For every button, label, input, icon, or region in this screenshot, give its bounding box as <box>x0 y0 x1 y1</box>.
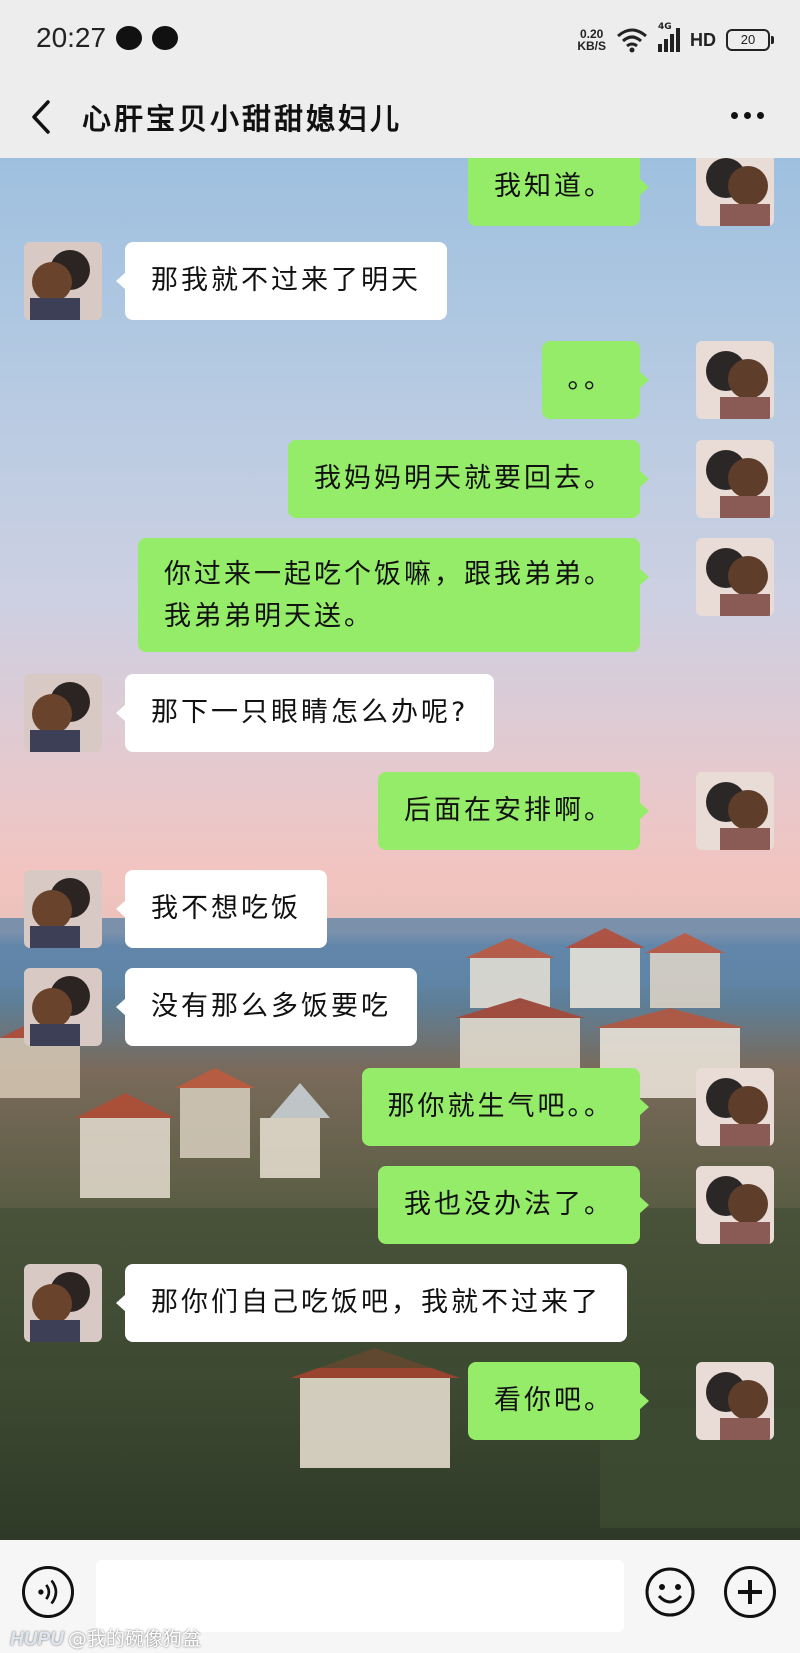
my-avatar[interactable] <box>696 341 774 419</box>
contact-message-bubble[interactable]: 我不想吃饭 <box>116 870 327 948</box>
signal-icon: 4G <box>658 22 680 52</box>
chat-message-list[interactable]: 我知道。 那我就不过来了明天 。。 我妈妈明天就要回去。 你过来一起吃个饭嘛，跟… <box>0 158 800 1540</box>
weibo-notification-icon <box>152 26 178 50</box>
contact-message-bubble[interactable]: 没有那么多饭要吃 <box>116 968 417 1046</box>
message-input[interactable] <box>96 1560 624 1632</box>
my-message-bubble[interactable]: 那你就生气吧。。 <box>361 1068 649 1146</box>
my-message-bubble[interactable]: 看你吧。 <box>468 1362 649 1440</box>
my-message-bubble[interactable]: 我妈妈明天就要回去。 <box>288 440 649 518</box>
my-message-bubble[interactable]: 。。 <box>541 341 649 419</box>
chat-title: 心肝宝贝小甜甜媳妇儿 <box>82 102 403 136</box>
contact-avatar[interactable] <box>24 1264 102 1342</box>
watermark: HUPU @我的碗像狗盆 <box>10 1624 201 1651</box>
wechat-notification-icon <box>116 26 142 50</box>
voice-icon[interactable] <box>22 1566 74 1618</box>
net-speed-unit: KB/S <box>577 39 606 53</box>
my-avatar[interactable] <box>696 538 774 616</box>
my-message-bubble[interactable]: 我知道。 <box>468 158 649 226</box>
status-indicators: 0.20 KB/S 4G HD 20 <box>577 22 774 58</box>
my-avatar[interactable] <box>696 1362 774 1440</box>
hd-voice-icon: HD <box>690 29 716 50</box>
my-message-bubble[interactable]: 我也没办法了。 <box>378 1166 649 1244</box>
my-message-bubble[interactable]: 后面在安排啊。 <box>378 772 649 850</box>
signal-label: 4G <box>658 22 672 32</box>
my-avatar[interactable] <box>696 440 774 518</box>
watermark-brand: HUPU <box>10 1629 64 1650</box>
my-avatar[interactable] <box>696 158 774 226</box>
my-avatar[interactable] <box>696 1166 774 1244</box>
emoji-icon[interactable] <box>644 1566 696 1618</box>
net-speed: 0.20 KB/S <box>577 28 606 52</box>
more-icon[interactable] <box>724 92 770 138</box>
contact-avatar[interactable] <box>24 870 102 948</box>
my-avatar[interactable] <box>696 1068 774 1146</box>
contact-avatar[interactable] <box>24 242 102 320</box>
contact-message-bubble[interactable]: 那你们自己吃饭吧，我就不过来了 <box>116 1264 627 1342</box>
chevron-left-icon[interactable] <box>26 92 66 142</box>
wifi-icon <box>617 28 647 53</box>
contact-avatar[interactable] <box>24 968 102 1046</box>
plus-icon[interactable] <box>724 1566 776 1618</box>
battery-icon: 20 <box>726 29 774 51</box>
my-message-bubble[interactable]: 你过来一起吃个饭嘛，跟我弟弟。 我弟弟明天送。 <box>138 538 649 652</box>
chat-header: 心肝宝贝小甜甜媳妇儿 <box>0 80 800 158</box>
status-time: 20:27 <box>36 22 107 53</box>
contact-avatar[interactable] <box>24 674 102 752</box>
contact-message-bubble[interactable]: 那下一只眼睛怎么办呢? <box>115 674 495 752</box>
status-bar: 20:27 0.20 KB/S 4G HD 20 <box>0 0 800 80</box>
my-avatar[interactable] <box>696 772 774 850</box>
watermark-handle: @我的碗像狗盆 <box>67 1628 201 1650</box>
contact-message-bubble[interactable]: 那我就不过来了明天 <box>116 242 447 320</box>
